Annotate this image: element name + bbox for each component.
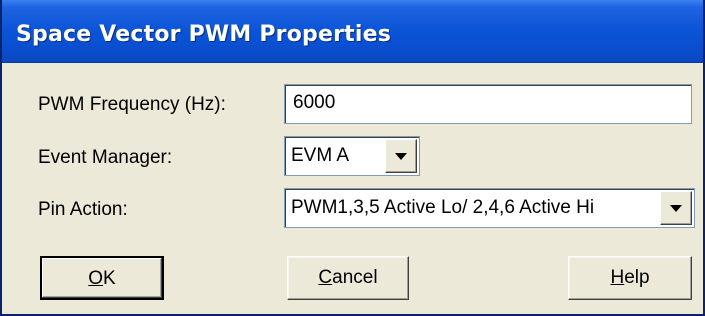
ok-button-label-rest: K [103,268,116,289]
help-button-mnemonic: H [610,267,625,288]
ok-button[interactable]: OK [40,256,164,300]
pin-action-dropdown-button[interactable] [660,191,692,225]
pwm-frequency-input[interactable]: 6000 [284,84,692,124]
event-manager-value: EVM A [291,145,350,166]
event-manager-dropdown-button[interactable] [385,139,417,173]
title-bar[interactable]: Space Vector PWM Properties [2,0,703,63]
event-manager-select[interactable]: EVM A [284,136,420,176]
properties-dialog: Space Vector PWM Properties PWM Frequenc… [0,0,705,316]
chevron-down-icon [670,205,682,212]
ok-button-mnemonic: O [88,268,104,289]
cancel-button-mnemonic: C [318,267,333,288]
cancel-button-label-rest: ancel [332,267,378,288]
cancel-button[interactable]: Cancel [287,256,409,300]
pin-action-value: PWM1,3,5 Active Lo/ 2,4,6 Active Hi [291,197,595,218]
event-manager-label: Event Manager: [38,147,173,168]
chevron-down-icon [395,153,407,160]
help-button-label-rest: elp [624,267,650,288]
dialog-title: Space Vector PWM Properties [16,22,392,47]
pwm-frequency-label: PWM Frequency (Hz): [38,94,226,115]
pin-action-select[interactable]: PWM1,3,5 Active Lo/ 2,4,6 Active Hi [284,188,695,228]
pin-action-label: Pin Action: [38,199,128,220]
help-button[interactable]: Help [568,256,692,300]
